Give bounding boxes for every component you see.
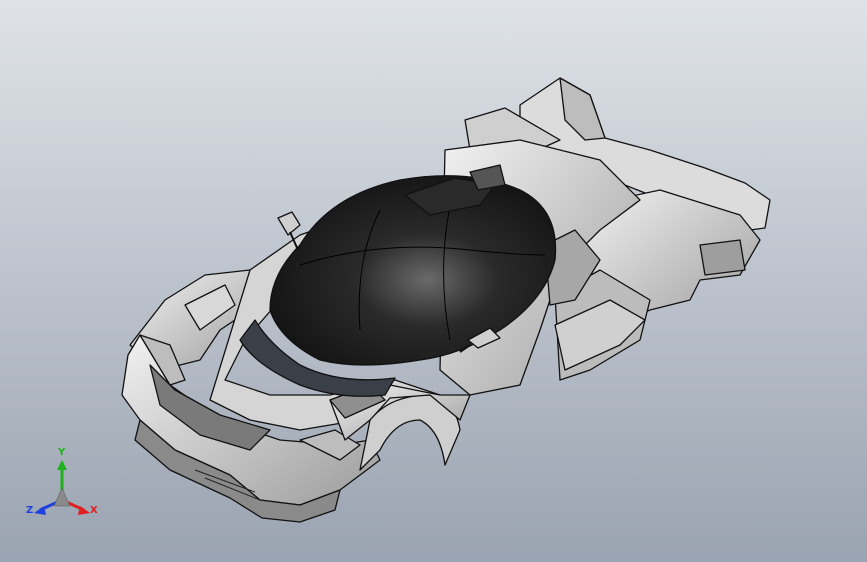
x-axis-label: X <box>90 505 98 516</box>
x-axis-arrow <box>78 506 90 515</box>
triad-graphic <box>34 460 90 515</box>
y-axis-arrow <box>57 460 67 470</box>
graphics-viewport[interactable]: Y X Z <box>0 0 867 562</box>
y-axis-label: Y <box>58 447 66 458</box>
z-axis-label: Z <box>26 505 34 516</box>
3d-scene[interactable] <box>0 0 867 562</box>
coordinate-triad: Y X Z <box>24 448 104 528</box>
z-axis-arrow <box>34 506 46 515</box>
rear-fender-shade[interactable] <box>699 239 746 276</box>
triad-origin <box>53 487 71 507</box>
